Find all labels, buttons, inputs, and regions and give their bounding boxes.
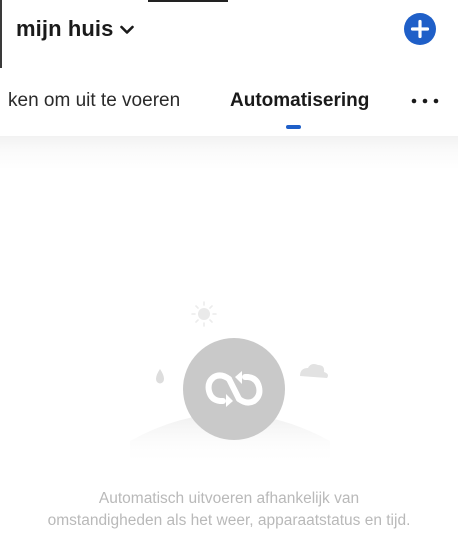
empty-state-line-2: omstandigheden als het weer, apparaatsta… <box>47 512 411 529</box>
cloud-icon <box>300 364 328 378</box>
empty-state-message: Automatisch uitvoeren afhankelijk van om… <box>0 488 458 532</box>
tab-scenes[interactable]: ken om uit te voeren <box>8 90 180 112</box>
header: mijn huis <box>0 0 458 68</box>
more-icon <box>411 98 439 104</box>
home-switcher[interactable]: mijn huis <box>16 16 135 42</box>
more-button[interactable] <box>408 88 442 112</box>
automation-empty-illustration <box>130 301 330 466</box>
plus-icon <box>410 19 430 39</box>
automation-list-empty: Automatisch uitvoeren afhankelijk van om… <box>0 136 458 545</box>
sun-icon <box>191 301 217 327</box>
chevron-down-icon <box>120 25 135 34</box>
empty-state-line-1: Automatisch uitvoeren afhankelijk van <box>98 490 360 507</box>
app-screen: mijn huis ken om uit te voeren Automatis… <box>0 0 458 545</box>
drop-icon <box>156 369 164 384</box>
home-title: mijn huis <box>16 16 114 41</box>
add-button[interactable] <box>404 13 436 45</box>
tab-automation[interactable]: Automatisering <box>230 90 369 112</box>
tab-active-indicator <box>286 125 301 129</box>
tab-bar: ken om uit te voeren Automatisering <box>0 68 458 136</box>
